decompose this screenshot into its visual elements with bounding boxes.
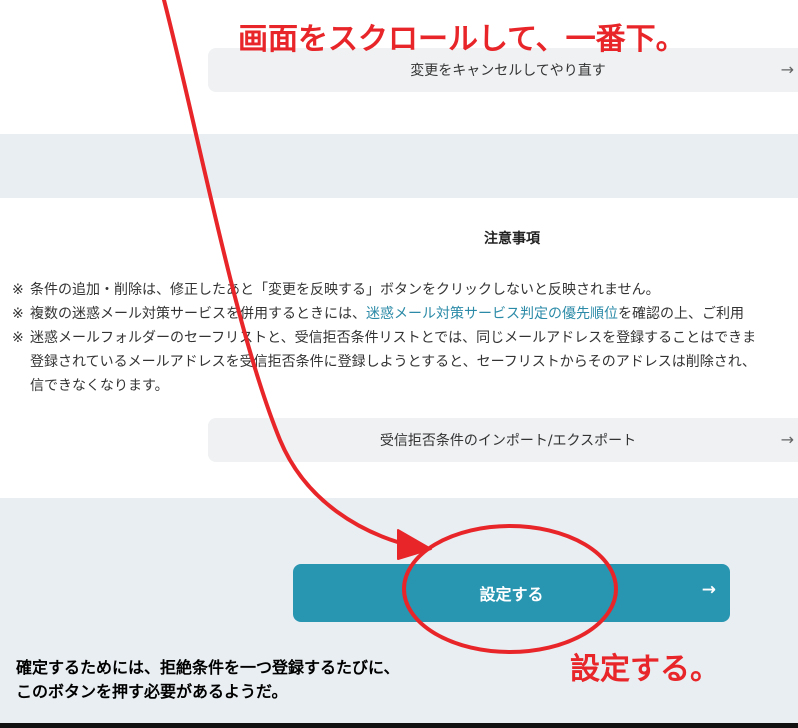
note-item: ※ 複数の迷惑メール対策サービスを併用するときには、迷惑メール対策サービス判定の… — [12, 302, 798, 326]
arrow-right-icon: → — [701, 580, 716, 600]
annotation-comment-line: 確定するためには、拒絶条件を一つ登録するたびに、 — [16, 658, 400, 677]
annotation-arrowhead — [397, 529, 432, 560]
arrow-right-icon: → — [780, 430, 794, 450]
annotation-comment: 確定するためには、拒絶条件を一つ登録するたびに、 このボタンを押す必要があるよう… — [16, 656, 400, 704]
note-text: 条件の追加・削除は、修正したあと「変更を反映する」ボタンをクリックしないと反映さ… — [30, 282, 660, 298]
notes-list: ※ 条件の追加・削除は、修正したあと「変更を反映する」ボタンをクリックしないと反… — [12, 278, 798, 398]
note-text: 信できなくなります。 — [30, 378, 169, 394]
note-text: 登録されているメールアドレスを受信拒否条件に登録しようとすると、セーフリストから… — [30, 354, 756, 370]
section-divider — [0, 134, 798, 198]
priority-order-link[interactable]: 迷惑メール対策サービス判定の優先順位 — [366, 306, 618, 322]
note-item: ※ 迷惑メールフォルダーのセーフリストと、受信拒否条件リストとでは、同じメールア… — [12, 326, 798, 350]
annotation-comment-line: このボタンを押す必要があるようだ。 — [16, 682, 288, 701]
annotation-scroll-text: 画面をスクロールして、一番下。 — [238, 22, 686, 57]
annotation-set-text: 設定する。 — [570, 652, 720, 687]
import-export-label: 受信拒否条件のインポート/エクスポート — [379, 433, 637, 449]
note-text: 迷惑メールフォルダーのセーフリストと、受信拒否条件リストとでは、同じメールアドレ… — [30, 330, 757, 346]
note-mark: ※ — [12, 282, 24, 298]
import-export-button[interactable]: 受信拒否条件のインポート/エクスポート → — [208, 418, 798, 462]
note-mark: ※ — [12, 330, 24, 346]
note-text: 複数の迷惑メール対策サービスを併用するときには、 — [30, 306, 366, 322]
note-item: ※ 条件の追加・削除は、修正したあと「変更を反映する」ボタンをクリックしないと反… — [12, 278, 798, 302]
submit-settings-button[interactable]: 設定する → — [293, 564, 730, 622]
cancel-redo-label: 変更をキャンセルしてやり直す — [410, 63, 606, 79]
note-mark: ※ — [12, 306, 24, 322]
note-item-continuation: 登録されているメールアドレスを受信拒否条件に登録しようとすると、セーフリストから… — [12, 350, 798, 374]
note-item-continuation: 信できなくなります。 — [12, 374, 798, 398]
notes-title: 注意事項 — [484, 231, 540, 247]
arrow-right-icon: → — [780, 60, 794, 80]
note-text: を確認の上、ご利用 — [618, 306, 744, 322]
bottom-edge — [0, 723, 798, 728]
submit-label: 設定する — [479, 585, 544, 604]
